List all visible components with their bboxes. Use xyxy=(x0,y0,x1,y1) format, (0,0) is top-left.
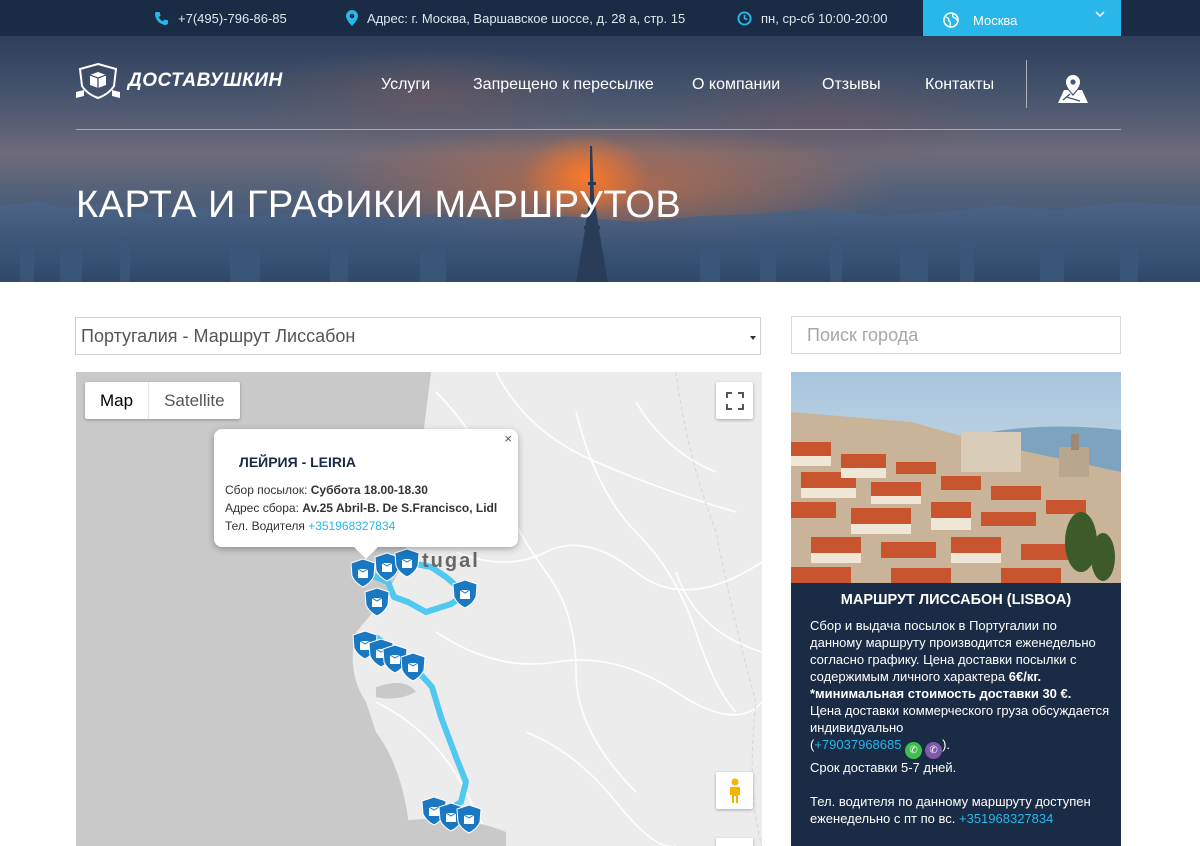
driver-phone-link[interactable]: +351968327834 xyxy=(959,811,1053,826)
pickup-point-marker[interactable] xyxy=(364,587,390,617)
pickup-point-marker[interactable] xyxy=(456,804,482,834)
commercial-text: Цена доставки коммерческого груза обсужд… xyxy=(810,703,1110,735)
city-name: Москва xyxy=(973,12,1018,28)
driver-phone-label: Тел. Водителя xyxy=(225,519,305,533)
city-search-input[interactable] xyxy=(791,316,1121,354)
nav-item-reviews[interactable]: Отзывы xyxy=(822,76,881,94)
delivery-term: Срок доставки 5-7 дней. xyxy=(810,760,957,775)
info-window-title: ЛЕЙРИЯ - LEIRIA xyxy=(239,454,357,470)
pickup-address-row: Адрес сбора: Av.25 Abril-B. De S.Francis… xyxy=(225,501,497,515)
hours-text: пн, ср-сб 10:00-20:00 xyxy=(761,10,888,26)
site-logo[interactable]: ДОСТАВУШКИН xyxy=(76,62,283,100)
viber-icon[interactable]: ✆ xyxy=(925,742,943,759)
route-info-card: МАРШРУТ ЛИССАБОН (LISBOA) Сбор и выдача … xyxy=(791,583,1121,846)
manager-phone-link[interactable]: +79037968685 xyxy=(814,737,901,752)
route-map[interactable]: tugal Map Satellite × ЛЕЙРИЯ - LEIRIA Сб… xyxy=(76,372,762,846)
route-description: Сбор и выдача посылок в Португалии по да… xyxy=(810,618,1096,684)
city-selector[interactable]: Москва xyxy=(923,0,1121,40)
route-select-value: Португалия - Маршрут Лиссабон xyxy=(81,325,356,346)
pickup-point-marker[interactable] xyxy=(400,652,426,682)
lisbon-photo-image xyxy=(791,372,1121,583)
lisbon-city-photo xyxy=(791,372,1121,583)
route-card-text: Сбор и выдача посылок в Португалии по да… xyxy=(810,618,1110,826)
marker-info-window: × ЛЕЙРИЯ - LEIRIA Сбор посылок: Суббота … xyxy=(214,429,518,559)
pickup-time-row: Сбор посылок: Суббота 18.00-18.30 xyxy=(225,483,428,497)
fullscreen-button[interactable] xyxy=(716,382,753,419)
chevron-down-icon xyxy=(1095,11,1105,18)
location-pin-icon xyxy=(346,10,358,26)
driver-phone-row: Тел. Водителя +351968327834 xyxy=(225,519,395,533)
caret-down-icon xyxy=(750,336,756,340)
pickup-time-label: Сбор посылок: xyxy=(225,483,308,497)
pegman-icon xyxy=(729,778,740,803)
pickup-point-marker[interactable] xyxy=(394,548,420,578)
address-text: Адрес: г. Москва, Варшавское шоссе, д. 2… xyxy=(367,10,686,26)
zoom-control[interactable] xyxy=(716,838,753,846)
driver-phone-link[interactable]: +351968327834 xyxy=(308,519,395,533)
fullscreen-icon xyxy=(725,391,744,410)
logo-shield-icon xyxy=(76,62,120,100)
pickup-address-value: Av.25 Abril-B. De S.Francisco, Lidl xyxy=(302,501,498,515)
close-icon[interactable]: × xyxy=(504,431,512,446)
nav-item-prohibited[interactable]: Запрещено к пересылке xyxy=(473,76,654,94)
min-cost-text: *минимальная стоимость доставки 30 €. xyxy=(810,686,1072,701)
price-value: 6€/кг. xyxy=(1008,669,1042,684)
route-select[interactable]: Португалия - Маршрут Лиссабон xyxy=(75,317,761,355)
pickup-address-label: Адрес сбора: xyxy=(225,501,299,515)
header-divider xyxy=(76,129,1121,130)
page-title: КАРТА И ГРАФИКИ МАРШРУТОВ xyxy=(76,184,682,226)
map-type-control: Map Satellite xyxy=(85,382,240,419)
map-type-map-button[interactable]: Map xyxy=(85,382,150,419)
map-type-satellite-button[interactable]: Satellite xyxy=(149,382,239,419)
street-view-pegman[interactable] xyxy=(716,772,753,809)
hours-info: пн, ср-сб 10:00-20:00 xyxy=(737,0,887,36)
country-label: tugal xyxy=(422,550,480,572)
address-info: Адрес: г. Москва, Варшавское шоссе, д. 2… xyxy=(346,0,685,36)
phone-icon xyxy=(154,11,169,25)
map-location-icon[interactable] xyxy=(1056,74,1090,104)
nav-item-services[interactable]: Услуги xyxy=(381,76,430,94)
phone-number[interactable]: +7(495)-796-86-85 xyxy=(178,11,287,26)
clock-icon xyxy=(737,10,752,26)
pickup-point-marker[interactable] xyxy=(452,579,478,609)
pickup-point-marker[interactable] xyxy=(350,558,376,588)
nav-separator xyxy=(1026,60,1027,108)
whatsapp-icon[interactable]: ✆ xyxy=(905,742,923,759)
phone-contact[interactable]: +7(495)-796-86-85 xyxy=(154,0,287,36)
logo-text: ДОСТАВУШКИН xyxy=(128,70,283,91)
pickup-time-value: Суббота 18.00-18.30 xyxy=(310,483,428,497)
globe-icon xyxy=(943,12,959,28)
hero-header: ДОСТАВУШКИН Услуги Запрещено к пересылке… xyxy=(0,36,1200,282)
nav-item-about[interactable]: О компании xyxy=(692,76,780,94)
nav-item-contacts[interactable]: Контакты xyxy=(925,76,994,94)
route-card-title: МАРШРУТ ЛИССАБОН (LISBOA) xyxy=(840,592,1072,608)
